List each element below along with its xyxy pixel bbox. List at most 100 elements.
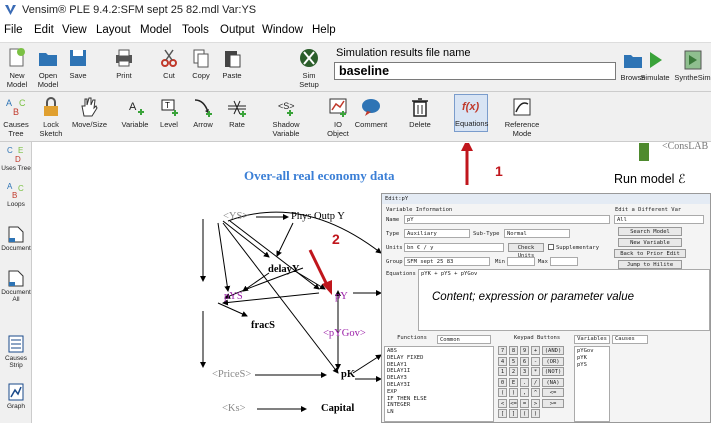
menu-layout[interactable]: Layout [96,24,131,36]
keypad-key[interactable]: (NA) [542,377,564,387]
equations-button[interactable]: f(x) Equations [454,94,488,132]
menu-model[interactable]: Model [140,24,171,36]
keypad-key[interactable]: ) [509,388,518,397]
keypad-key[interactable]: >= [542,398,564,408]
menu-edit[interactable]: Edit [34,24,54,36]
simulate-button[interactable]: Simulate [636,49,674,82]
var-py[interactable]: pY [335,291,348,302]
variable-item[interactable]: pYK [577,355,607,362]
subtype-select[interactable]: Normal [504,229,570,238]
function-item[interactable]: DELAY FIXED [387,355,491,362]
max-field[interactable] [550,257,578,266]
lock-sketch-button[interactable]: Lock Sketch [36,96,66,138]
var-ys[interactable]: <YS> [223,211,248,222]
keypad-key[interactable]: ] [509,409,518,418]
edit-scope-select[interactable]: All [614,215,704,224]
keypad-key[interactable]: . [520,377,529,387]
var-conslab[interactable]: <ConsLAB [662,141,708,152]
keypad-key[interactable]: 5 [509,356,518,366]
variable-item[interactable]: pYS [577,362,607,369]
keypad-key[interactable]: ( [498,388,507,397]
results-file-input[interactable]: baseline [334,62,616,80]
function-item[interactable]: IF THEN ELSE [387,396,491,403]
move-size-button[interactable]: Move/Size [72,96,107,129]
variables-list[interactable]: pYGov pYK pYS [574,346,610,422]
document-button[interactable]: Document [0,224,32,252]
new-model-button[interactable]: New Model [2,47,32,89]
var-capital[interactable]: Capital [321,403,354,414]
keypad-key[interactable]: <= [509,398,518,408]
shadow-variable-button[interactable]: <S> Shadow Variable [268,96,304,138]
name-field[interactable]: pY [404,215,610,224]
function-item[interactable]: DELAY1I [387,368,491,375]
keypad-key[interactable]: 2 [509,367,518,376]
function-item[interactable]: DELAY1 [387,362,491,369]
sim-setup-button[interactable]: Sim Setup [294,47,324,89]
var-pk[interactable]: pK [341,369,355,380]
keypad-key[interactable]: ) [531,409,540,418]
keypad-key[interactable]: = [520,398,529,408]
causes-strip-button[interactable]: Causes Strip [0,334,32,369]
comment-button[interactable]: Comment [354,96,388,129]
keypad-key[interactable]: 4 [498,356,507,366]
arrow-button[interactable]: Arrow [188,96,218,129]
keypad-key[interactable]: (AND) [542,346,564,355]
function-item[interactable]: DELAY3I [387,382,491,389]
reference-mode-button[interactable]: Reference Mode [502,96,542,138]
keypad-tab[interactable]: Keypad Buttons [502,335,572,344]
menu-view[interactable]: View [62,24,87,36]
delete-button[interactable]: Delete [404,96,436,129]
units-field[interactable]: bn € / y [404,243,504,252]
var-fracs[interactable]: fracS [251,320,275,331]
keypad-key[interactable]: E [509,377,518,387]
function-item[interactable]: DELAY3 [387,375,491,382]
menu-tools[interactable]: Tools [182,24,209,36]
io-object-button[interactable]: IO Object [324,96,352,138]
keypad-key[interactable]: 6 [520,356,529,366]
keypad-key[interactable]: , [520,388,529,397]
back-prior-edit-button[interactable]: Back to Prior Edit [614,249,686,258]
type-select[interactable]: Auxiliary [404,229,470,238]
function-item[interactable]: EXP [387,389,491,396]
menu-window[interactable]: Window [262,24,303,36]
menu-file[interactable]: File [4,24,23,36]
synthesim-button[interactable]: SyntheSim [674,49,711,82]
keypad-key[interactable]: + [531,346,540,355]
keypad-key[interactable]: > [531,398,540,408]
functions-filter-select[interactable]: Common [437,335,491,344]
keypad-key[interactable]: (NOT) [542,367,564,376]
cut-button[interactable]: Cut [155,47,183,80]
keypad-key[interactable]: 9 [520,346,529,355]
var-pygov[interactable]: <pYGov> [323,328,366,339]
keypad-key[interactable]: - [531,356,540,366]
function-item[interactable]: LN [387,409,491,416]
menu-output[interactable]: Output [220,24,255,36]
search-model-button[interactable]: Search Model [618,227,682,236]
rate-button[interactable]: Rate [222,96,252,129]
keypad-key[interactable]: * [531,367,540,376]
jump-hilite-button[interactable]: Jump to Hilite [618,260,682,269]
var-ks[interactable]: <Ks> [222,403,246,414]
keypad-key[interactable]: 7 [498,346,507,355]
keypad-key[interactable]: <= [542,388,564,397]
level-button[interactable]: T Level [154,96,184,129]
variable-button[interactable]: A Variable [120,96,150,129]
var-phys-outp-y[interactable]: Phys Outp Y [291,211,345,222]
functions-list[interactable]: ABS DELAY FIXED DELAY1 DELAY1I DELAY3 DE… [384,346,494,422]
copy-button[interactable]: Copy [187,47,215,80]
group-select[interactable]: SFM sept 25 83 [404,257,490,266]
keypad-key[interactable]: ( [520,409,529,418]
print-button[interactable]: Print [110,47,138,80]
causes-tree-button[interactable]: ABC Causes Tree [1,96,31,138]
function-item[interactable]: INTEGER [387,402,491,409]
var-prices[interactable]: <PriceS> [212,369,251,380]
min-field[interactable] [507,257,535,266]
menu-help[interactable]: Help [312,24,336,36]
keypad-key[interactable]: / [531,377,540,387]
uses-tree-button[interactable]: CDE Uses Tree [0,144,32,172]
new-variable-button[interactable]: New Variable [618,238,682,247]
keypad-key[interactable]: 1 [498,367,507,376]
keypad-key[interactable]: 0 [498,377,507,387]
variables-tab[interactable]: Variables [574,335,610,344]
paste-button[interactable]: Paste [218,47,246,80]
